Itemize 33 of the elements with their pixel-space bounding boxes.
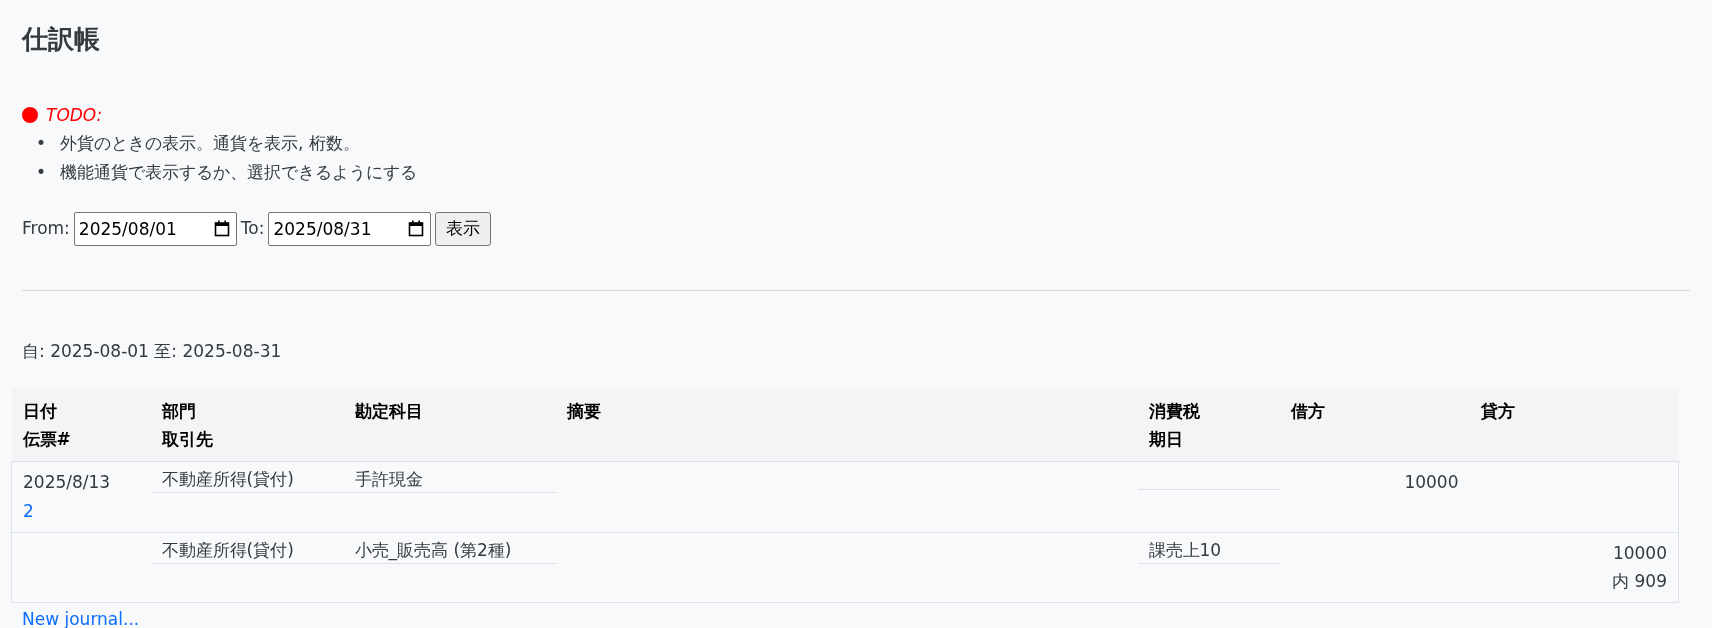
tax-included-text: 内 909 <box>1611 570 1667 594</box>
column-header: 消費税 期日 <box>1148 399 1201 451</box>
to-label: To: <box>240 217 265 241</box>
todo-item: 機能通貨で表示するか、選択できるようにする <box>60 161 418 185</box>
date-field[interactable]: 2025/08/31 <box>268 212 432 247</box>
todo-label: TODO: <box>46 105 103 126</box>
calendar-icon[interactable] <box>408 220 425 238</box>
date-cell-text: 2025/8/13 <box>23 470 112 494</box>
todo-item: 外貨のときの表示。通貨を表示, 桁数。 <box>60 131 360 155</box>
debit-amount: 10000 <box>1403 470 1459 494</box>
page-title: 仕訳帳 <box>22 24 101 56</box>
voucher-link[interactable]: 2 <box>23 496 34 526</box>
calendar-icon[interactable] <box>213 220 230 238</box>
show-button[interactable]: 表示 <box>435 212 492 246</box>
account-text: 小売_販売高 (第2種) <box>354 539 512 560</box>
date-range-text: 自: 2025-08-01 至: 2025-08-31 <box>22 340 283 364</box>
status-dot-icon <box>22 107 38 124</box>
account-text: 手許現金 <box>354 468 423 489</box>
date-field[interactable]: 2025/08/01 <box>73 212 237 247</box>
department-text: 不動産所得(貸付) <box>161 539 294 560</box>
from-label: From: <box>22 217 70 241</box>
bullet-marker: • <box>36 161 47 185</box>
bullet-marker: • <box>36 131 47 155</box>
column-header: 摘要 <box>566 399 602 423</box>
new-journal-link[interactable]: New journal... <box>22 607 140 628</box>
credit-amount: 10000 <box>1611 541 1667 565</box>
tax-text: 課売上10 <box>1148 539 1222 560</box>
column-header: 貸方 <box>1480 399 1516 423</box>
column-header: 部門 取引先 <box>161 399 214 451</box>
column-header: 借方 <box>1290 399 1326 423</box>
column-header: 日付 伝票# <box>22 399 72 451</box>
department-text: 不動産所得(貸付) <box>161 468 294 489</box>
column-header: 勘定科目 <box>354 399 424 423</box>
